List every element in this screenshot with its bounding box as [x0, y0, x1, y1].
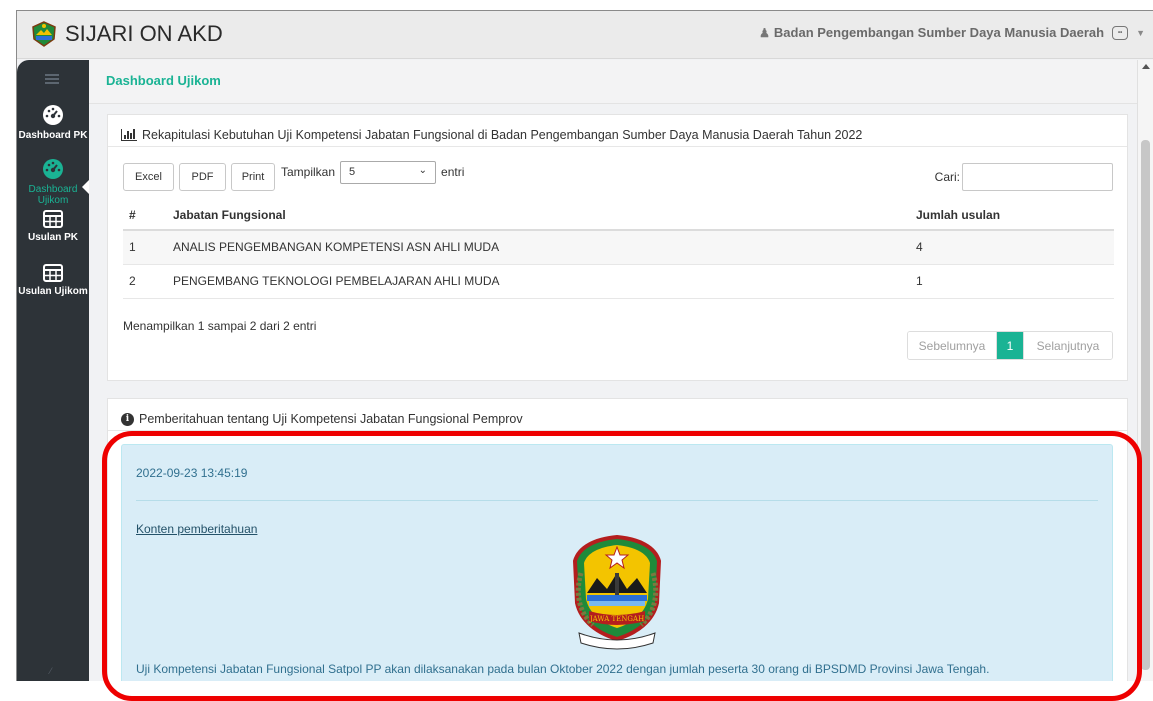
- table-toolbar: Excel PDF Print Tampilkan 5 ⌄ entri: [123, 160, 465, 191]
- recap-panel: Rekapitulasi Kebutuhan Uji Kompetensi Ja…: [107, 114, 1128, 381]
- app-window: SIJARI ON AKD ♟ Badan Pengembangan Sumbe…: [16, 10, 1153, 681]
- notice-panel-header: i Pemberitahuan tentang Uji Kompetensi J…: [108, 399, 1127, 431]
- page-length-suffix: entri: [441, 165, 465, 179]
- page-length-select[interactable]: 5 ⌄: [340, 160, 437, 184]
- export-pdf-button[interactable]: PDF: [179, 163, 226, 191]
- recap-title: Rekapitulasi Kebutuhan Uji Kompetensi Ja…: [142, 128, 863, 142]
- page-title: Dashboard Ujikom: [89, 60, 1138, 104]
- user-menu[interactable]: ♟ Badan Pengembangan Sumber Daya Manusia…: [759, 25, 1145, 40]
- column-header-jabatan[interactable]: Jabatan Fungsional: [167, 200, 910, 231]
- top-navbar: SIJARI ON AKD ♟ Badan Pengembangan Sumbe…: [17, 11, 1153, 59]
- page-scrollbar[interactable]: [1137, 60, 1153, 681]
- chevron-down-icon: ⌄: [418, 164, 428, 176]
- cell-no: 2: [123, 264, 167, 299]
- menu-toggle-icon[interactable]: [45, 74, 59, 85]
- notice-title: Pemberitahuan tentang Uji Kompetensi Jab…: [139, 412, 523, 426]
- dashboard-gauge-icon: [43, 159, 63, 179]
- table-header-row: # Jabatan Fungsional Jumlah usulan: [123, 200, 1114, 231]
- sidebar-item-label: Dashboard Ujikom: [28, 184, 78, 206]
- cell-jabatan: PENGEMBANG TEKNOLOGI PEMBELAJARAN AHLI M…: [167, 264, 910, 299]
- jawa-tengah-emblem-icon: JAWA TENGAH: [572, 534, 662, 650]
- page-length-control: Tampilkan 5 ⌄ entri: [281, 160, 465, 184]
- table-info: Menampilkan 1 sampai 2 dari 2 entri: [123, 319, 317, 333]
- notice-alert: 2022-09-23 13:45:19 Konten pemberitahuan…: [121, 444, 1113, 681]
- cell-no: 1: [123, 230, 167, 265]
- pagination: Sebelumnya 1 Selanjutnya: [907, 331, 1113, 360]
- recap-table: # Jabatan Fungsional Jumlah usulan 1 ANA…: [123, 200, 1114, 299]
- cell-jumlah: 1: [910, 264, 1114, 299]
- emblem-label: JAWA TENGAH: [589, 615, 644, 623]
- user-name: Badan Pengembangan Sumber Daya Manusia D…: [773, 25, 1105, 40]
- search-input[interactable]: [962, 163, 1113, 191]
- dashboard-gauge-icon: [43, 105, 63, 125]
- table-grid-icon: [43, 210, 63, 228]
- notice-panel: i Pemberitahuan tentang Uji Kompetensi J…: [107, 398, 1128, 681]
- page-length-value: 5: [349, 165, 356, 178]
- table-search: Cari:: [935, 163, 1113, 191]
- table-grid-icon: [43, 264, 63, 282]
- page-length-prefix: Tampilkan: [281, 165, 336, 179]
- search-label: Cari:: [934, 170, 960, 184]
- cell-jumlah: 4: [910, 230, 1114, 265]
- scroll-up-arrow-icon[interactable]: [1142, 64, 1150, 69]
- table-row: 1 ANALIS PENGEMBANGAN KOMPETENSI ASN AHL…: [123, 230, 1114, 265]
- pagination-prev-button[interactable]: Sebelumnya: [908, 332, 997, 359]
- notice-timestamp: 2022-09-23 13:45:19: [136, 466, 248, 480]
- sidebar-resize-handle: ⁄: [50, 666, 52, 676]
- table-row: 2 PENGEMBANG TEKNOLOGI PEMBELAJARAN AHLI…: [123, 264, 1114, 299]
- user-icon: ♟: [759, 25, 770, 40]
- cell-jabatan: ANALIS PENGEMBANGAN KOMPETENSI ASN AHLI …: [167, 230, 910, 265]
- sidebar-item-usulan-pk[interactable]: Usulan PK: [17, 210, 89, 243]
- sidebar-item-label: Dashboard PK: [18, 130, 88, 141]
- print-button[interactable]: Print: [231, 163, 275, 191]
- info-icon: i: [121, 412, 134, 426]
- active-indicator: [82, 180, 89, 194]
- sidebar: Dashboard PK Dashboard Ujikom Usulan PK: [17, 60, 89, 681]
- chevron-down-icon[interactable]: ▼: [1136, 28, 1145, 38]
- notice-message: Uji Kompetensi Jabatan Fungsional Satpol…: [136, 662, 990, 676]
- column-header-jumlah[interactable]: Jumlah usulan: [910, 200, 1114, 231]
- pagination-next-button[interactable]: Selanjutnya: [1023, 332, 1112, 359]
- app-title[interactable]: SIJARI ON AKD: [65, 21, 223, 47]
- user-avatar: ••: [1112, 25, 1129, 40]
- app-logo-icon: [32, 21, 56, 47]
- sidebar-item-label: Usulan Ujikom: [18, 286, 88, 297]
- export-excel-button[interactable]: Excel: [123, 163, 174, 191]
- pagination-page-button[interactable]: 1: [997, 332, 1023, 359]
- sidebar-item-label: Usulan PK: [27, 232, 78, 243]
- bar-chart-icon: [121, 129, 137, 141]
- sidebar-item-usulan-ujikom[interactable]: Usulan Ujikom: [17, 264, 89, 297]
- sidebar-item-dashboard-pk[interactable]: Dashboard PK: [17, 104, 89, 141]
- notice-content-link[interactable]: Konten pemberitahuan: [136, 522, 257, 536]
- sidebar-item-dashboard-ujikom[interactable]: Dashboard Ujikom: [17, 158, 89, 206]
- recap-panel-header: Rekapitulasi Kebutuhan Uji Kompetensi Ja…: [108, 115, 1127, 147]
- column-header-no[interactable]: #: [123, 200, 167, 231]
- main-content: Dashboard Ujikom Rekapitulasi Kebutuhan …: [89, 60, 1138, 681]
- divider: [136, 500, 1098, 501]
- scroll-thumb[interactable]: [1141, 140, 1150, 670]
